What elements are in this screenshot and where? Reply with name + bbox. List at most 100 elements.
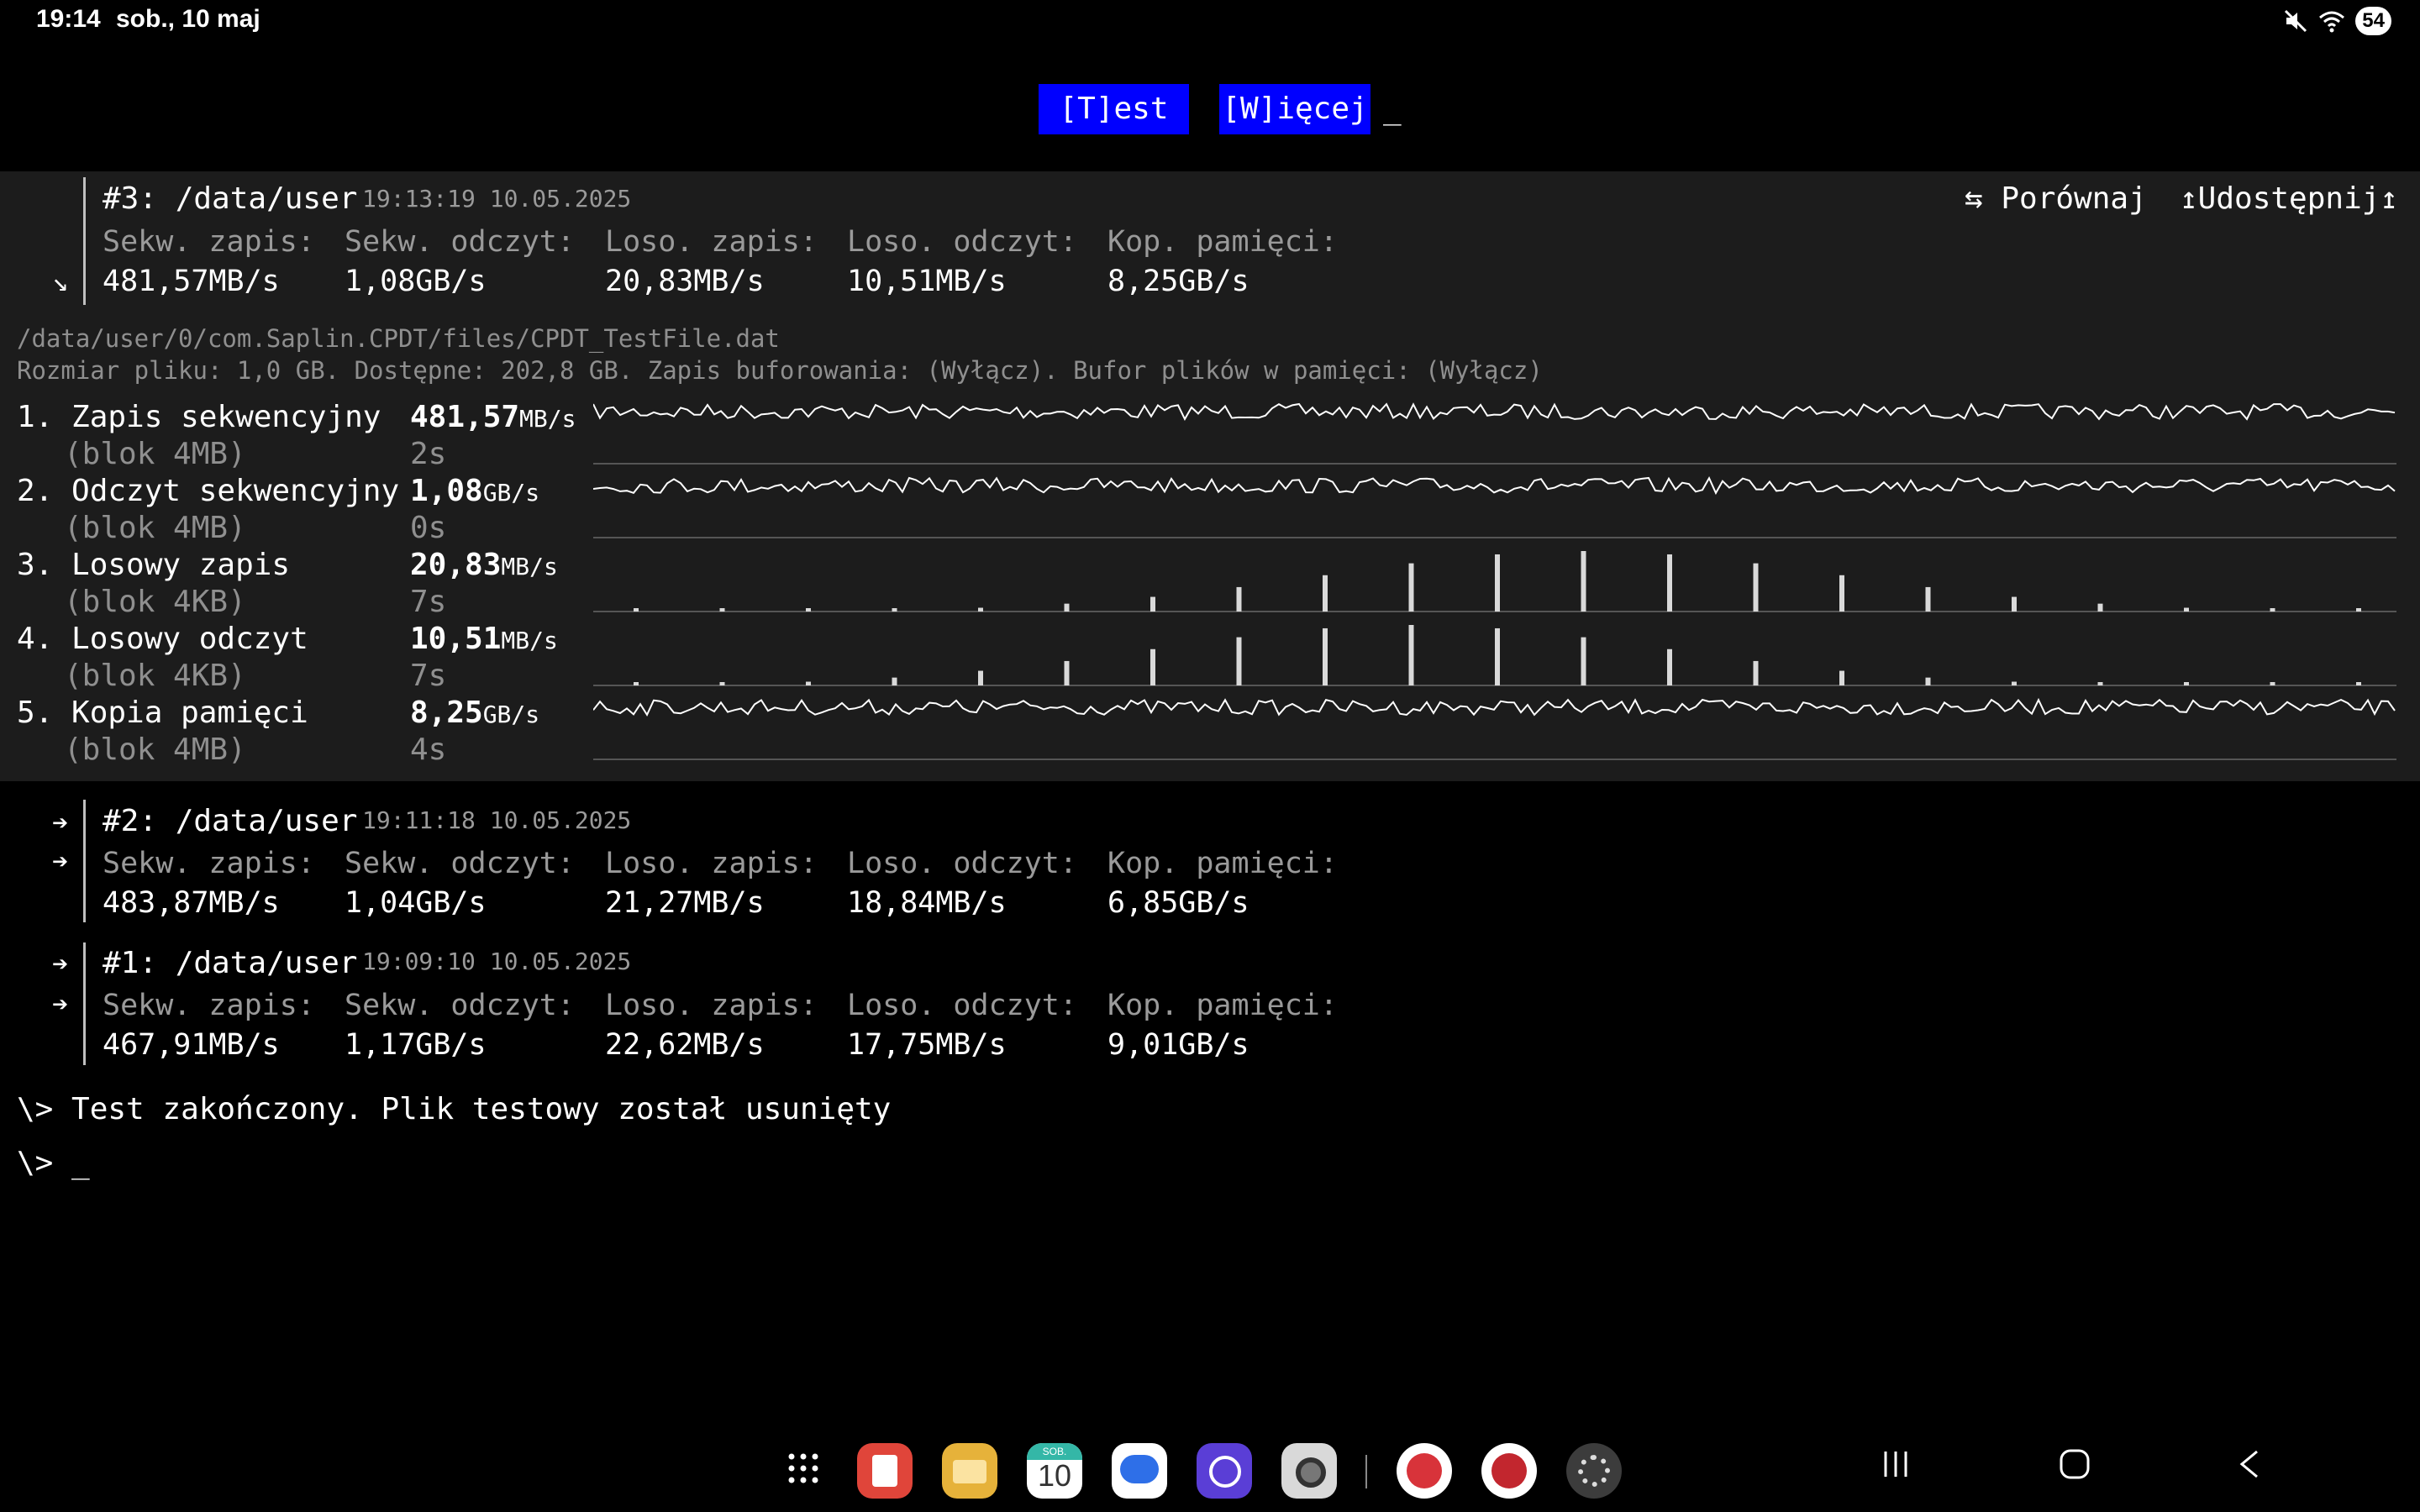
graph-bar: [1495, 554, 1500, 612]
test-value-number: 20,83: [410, 548, 502, 582]
menu-cursor: _: [1383, 92, 1402, 126]
graph-bar: [892, 677, 897, 685]
graph-bar: [1150, 648, 1155, 685]
app-drawer-icon[interactable]: [786, 1452, 820, 1488]
graph-bar: [1925, 586, 1931, 612]
settings-app-icon[interactable]: [1566, 1443, 1622, 1499]
graph-bar: [806, 608, 811, 612]
dock-divider: [1365, 1455, 1367, 1488]
graph-bar: [1236, 586, 1242, 612]
test-name: 5. Kopia pamięci: [17, 696, 308, 730]
value-mem-copy: 9,01GB/s: [1107, 1028, 1249, 1062]
value-seq-read: 1,04GB/s: [345, 886, 487, 920]
result-3-panel[interactable]: ↘ #3: /data/user 19:13:19 10.05.2025 ⇆ P…: [0, 171, 2420, 781]
test-button[interactable]: [T]est: [1039, 84, 1189, 134]
graph-bar: [1150, 596, 1155, 612]
test-block: (blok 4KB): [64, 659, 246, 693]
notes-app-icon[interactable]: [857, 1443, 913, 1499]
antutu-app-icon[interactable]: [1397, 1443, 1452, 1499]
graph-bar: [2184, 682, 2189, 685]
graph-bar: [1408, 625, 1414, 685]
graph-bar: [1408, 563, 1414, 612]
test-value-unit: GB/s: [482, 701, 540, 728]
header-rand-write: Loso. zapis:: [605, 847, 818, 880]
home-icon[interactable]: [2059, 1446, 2091, 1489]
calendar-app-icon[interactable]: SOB. 10: [1027, 1443, 1082, 1499]
compare-arrow-icon[interactable]: ➔: [52, 948, 68, 979]
test-value-unit: MB/s: [501, 553, 558, 580]
test-value: 1,08GB/s: [410, 474, 539, 508]
internet-app-icon[interactable]: [1197, 1443, 1252, 1499]
test-time: 7s: [410, 585, 447, 619]
test-time: 4s: [410, 732, 447, 767]
test-value: 20,83MB/s: [410, 548, 558, 582]
value-seq-write: 483,87MB/s: [103, 886, 280, 920]
test-row-1: 1. Zapis sekwencyjny (blok 4MB) 481,57MB…: [17, 400, 605, 474]
value-mem-copy: 6,85GB/s: [1107, 886, 1249, 920]
more-button[interactable]: [W]ięcej: [1219, 84, 1370, 134]
result-1-panel[interactable]: ➔ ➔ #1: /data/user 19:09:10 10.05.2025 S…: [0, 941, 2420, 1067]
value-mem-copy: 8,25GB/s: [1107, 265, 1249, 298]
value-seq-write: 481,57MB/s: [103, 265, 280, 298]
test-block: (blok 4MB): [64, 732, 246, 767]
graph-bar: [1581, 551, 1586, 612]
files-app-icon[interactable]: [942, 1443, 997, 1499]
graph-bar: [2270, 608, 2275, 612]
graph-bar: [719, 608, 725, 612]
antutu-3d-app-icon[interactable]: [1481, 1443, 1537, 1499]
test-name: 1. Zapis sekwencyjny: [17, 400, 381, 434]
test-value-unit: MB/s: [501, 627, 558, 654]
graph-bar: [2097, 682, 2103, 685]
recent-apps-icon[interactable]: [1881, 1446, 1911, 1488]
messages-app-icon[interactable]: [1112, 1443, 1167, 1499]
camera-app-icon[interactable]: [1281, 1443, 1337, 1499]
graph-bar: [1323, 627, 1328, 685]
graph-bar: [1667, 648, 1672, 685]
header-seq-read: Sekw. odczyt:: [345, 225, 575, 259]
calendar-day: 10: [1037, 1458, 1072, 1493]
test-time: 0s: [410, 511, 447, 545]
share-button[interactable]: ↥Udostępnij↥: [2180, 181, 2398, 216]
compare-arrow-icon[interactable]: ➔: [52, 806, 68, 838]
graph-bar: [2012, 681, 2017, 685]
test-time: 7s: [410, 659, 447, 693]
terminal-prompt[interactable]: \> _: [17, 1146, 90, 1180]
graph-bar: [1839, 670, 1844, 685]
result-2-title: #2: /data/user: [103, 804, 358, 838]
compare-arrow-icon[interactable]: ➔: [52, 988, 68, 1020]
graph-bar: [2097, 603, 2103, 612]
header-rand-write: Loso. zapis:: [605, 225, 818, 259]
graph-bar: [1753, 660, 1759, 685]
header-mem-copy: Kop. pamięci:: [1107, 847, 1338, 880]
result-1-title: #1: /data/user: [103, 946, 358, 980]
graph-bar: [978, 607, 983, 612]
graph-bar: [892, 608, 897, 612]
back-icon[interactable]: [2237, 1446, 2262, 1489]
header-seq-read: Sekw. odczyt:: [345, 989, 575, 1022]
throughput-graphs: [593, 402, 2396, 760]
graph-line: [593, 402, 2396, 422]
test-time: 2s: [410, 437, 447, 471]
mute-icon: [2285, 9, 2307, 33]
graph-bar: [978, 670, 983, 685]
graph-bar: [1495, 627, 1500, 685]
graph-bar: [1925, 677, 1931, 685]
compare-arrow-icon[interactable]: ➔: [52, 845, 68, 877]
test-value-number: 8,25: [410, 696, 483, 730]
collapse-arrow-icon[interactable]: ↘: [52, 265, 68, 297]
file-info: Rozmiar pliku: 1,0 GB. Dostępne: 202,8 G…: [17, 356, 1543, 385]
graph-bar: [1323, 575, 1328, 612]
test-value-number: 1,08: [410, 474, 483, 508]
test-value-number: 10,51: [410, 622, 502, 656]
test-name: 3. Losowy zapis: [17, 548, 291, 582]
header-rand-read: Loso. odczyt:: [847, 847, 1077, 880]
value-rand-write: 21,27MB/s: [605, 886, 765, 920]
result-1-timestamp: 19:09:10 10.05.2025: [362, 948, 632, 975]
result-1-bar: [83, 942, 86, 1065]
result-2-panel[interactable]: ➔ ➔ #2: /data/user 19:11:18 10.05.2025 S…: [0, 798, 2420, 924]
graph-bar: [1064, 603, 1070, 612]
graph-bar: [2356, 682, 2361, 685]
header-seq-read: Sekw. odczyt:: [345, 847, 575, 880]
compare-button[interactable]: ⇆ Porównaj: [1965, 181, 2147, 216]
graph-bar: [806, 681, 811, 685]
